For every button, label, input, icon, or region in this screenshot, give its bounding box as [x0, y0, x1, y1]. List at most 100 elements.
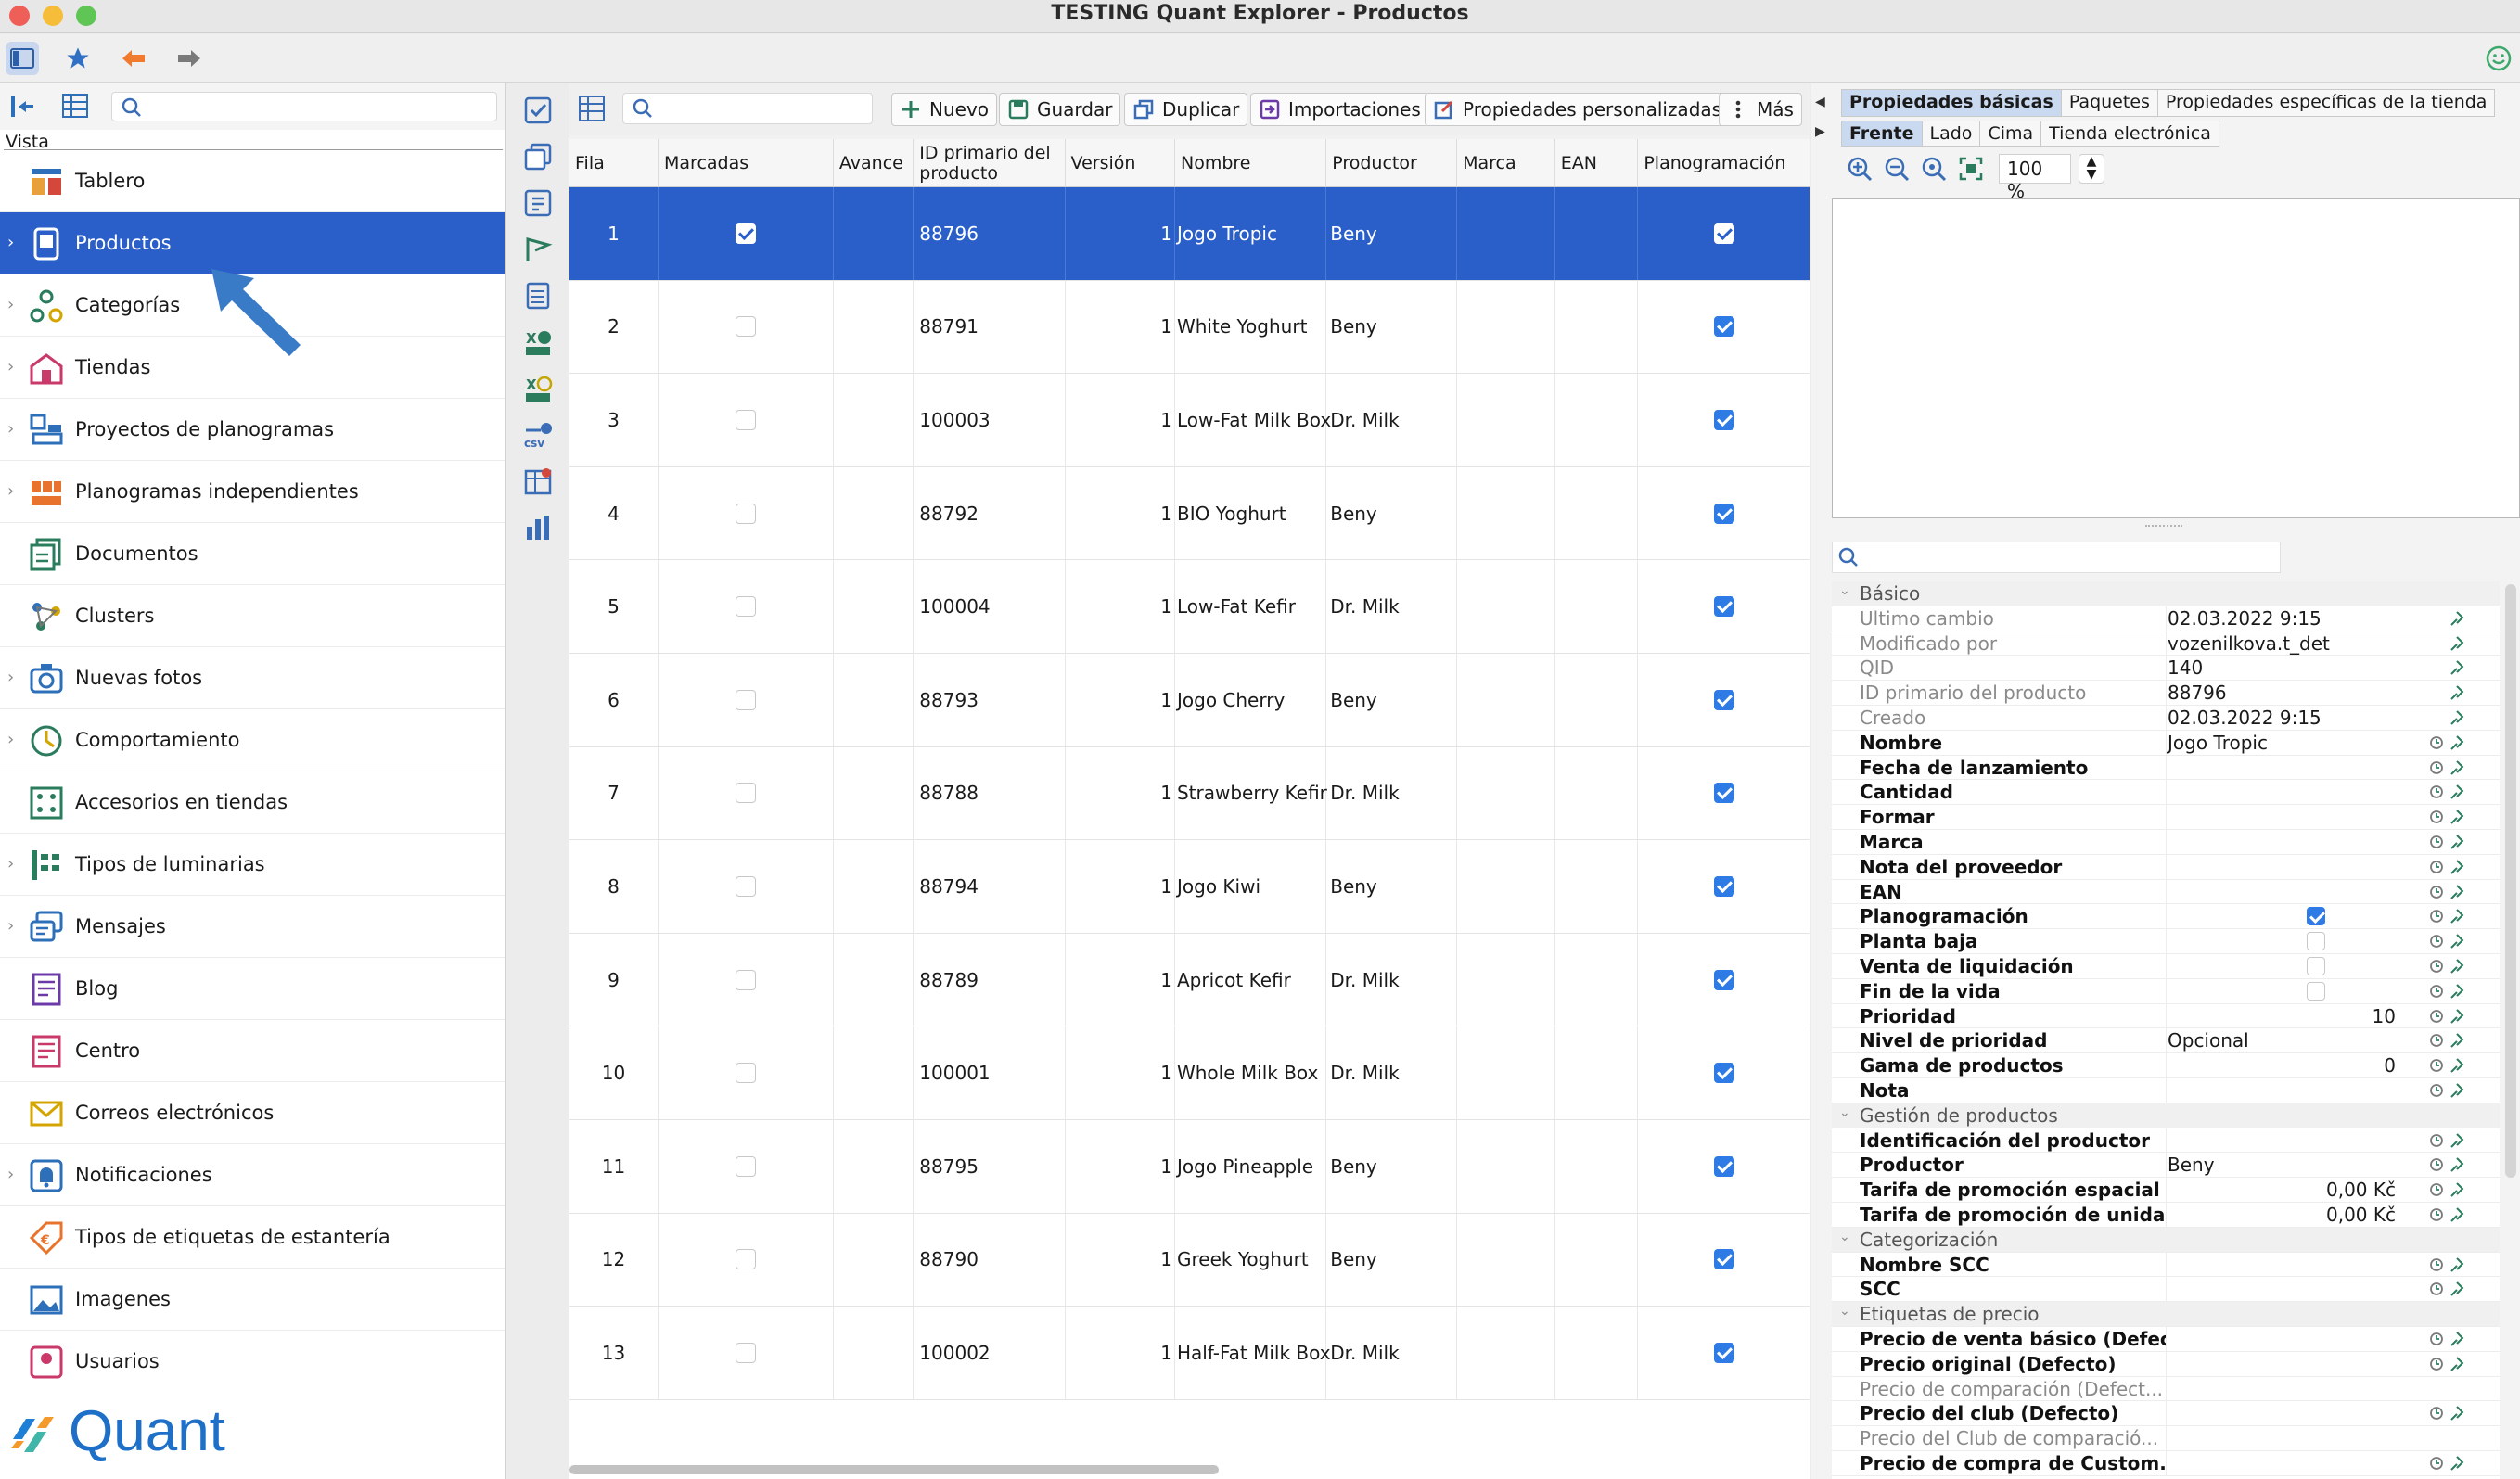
mark-checkbox[interactable]: [735, 875, 756, 897]
column-header[interactable]: Nombre: [1175, 139, 1327, 187]
zoom-stepper[interactable]: ▲ ▼: [2079, 154, 2104, 184]
mark-checkbox[interactable]: [735, 689, 756, 710]
sidebar-item-centro[interactable]: Centro: [0, 1020, 505, 1082]
property-row[interactable]: Nombre Jogo Tropic: [1832, 730, 2500, 756]
property-row[interactable]: Formar: [1832, 805, 2500, 830]
planogram-checkbox[interactable]: [1713, 689, 1734, 710]
property-row[interactable]: Nota: [1832, 1077, 2500, 1103]
property-checkbox[interactable]: [2307, 907, 2325, 926]
property-value[interactable]: 0: [2168, 1054, 2396, 1077]
property-value[interactable]: vozenilkova.t_det: [2168, 632, 2399, 655]
list-icon[interactable]: [522, 280, 554, 312]
inherit-icon[interactable]: [2450, 709, 2464, 726]
property-row[interactable]: Identificación del productor: [1832, 1128, 2500, 1154]
table-row[interactable]: 8 88794 1 Jogo Kiwi Beny: [569, 840, 1810, 934]
sidebar-item-comportamiento[interactable]: › Comportamiento: [0, 709, 505, 771]
chevron-right-icon[interactable]: ›: [7, 854, 14, 873]
property-row[interactable]: Precio de venta básico (Defect...: [1832, 1326, 2500, 1352]
property-row[interactable]: Nivel de prioridad Opcional: [1832, 1028, 2500, 1054]
property-row[interactable]: Marca: [1832, 829, 2500, 855]
property-row[interactable]: Tarifa de promoción de unida... 0,00 Kč: [1832, 1202, 2500, 1228]
property-row[interactable]: Fin de la vida: [1832, 978, 2500, 1004]
table-row[interactable]: 10 100001 1 Whole Milk Box Dr. Milk: [569, 1026, 1810, 1120]
reset-icon[interactable]: [2429, 1133, 2444, 1148]
favorites-button[interactable]: [61, 42, 95, 75]
property-group[interactable]: ⌄ Gestión de productos: [1832, 1103, 2500, 1128]
column-chooser-icon[interactable]: [578, 95, 606, 122]
property-row[interactable]: Productor Beny: [1832, 1153, 2500, 1179]
column-header[interactable]: Planogramación: [1638, 139, 1810, 187]
csv-export-icon[interactable]: csv: [522, 419, 554, 451]
save-button[interactable]: Guardar: [999, 93, 1121, 126]
inherit-icon[interactable]: [2450, 1356, 2464, 1372]
sidebar-item-clusters[interactable]: Clusters: [0, 585, 505, 647]
property-value[interactable]: 88796: [2168, 682, 2399, 704]
column-header[interactable]: EAN: [1555, 139, 1639, 187]
inherit-icon[interactable]: [2450, 1181, 2464, 1198]
sidebar-item-documentos[interactable]: Documentos: [0, 523, 505, 585]
planogram-checkbox[interactable]: [1713, 1342, 1734, 1363]
reset-icon[interactable]: [2429, 1406, 2444, 1421]
reset-icon[interactable]: [2429, 1009, 2444, 1024]
zoom-fit-button[interactable]: [1952, 152, 1989, 185]
chevron-right-icon[interactable]: ›: [7, 419, 14, 439]
sidebar-toggle-button[interactable]: [6, 42, 39, 75]
property-checkbox[interactable]: [2307, 956, 2325, 975]
reset-icon[interactable]: [2429, 1157, 2444, 1172]
sidebar-item-tipos-de-luminarias[interactable]: › Tipos de luminarias: [0, 834, 505, 896]
inherit-icon[interactable]: [2450, 610, 2464, 627]
inherit-icon[interactable]: [2450, 734, 2464, 751]
reset-icon[interactable]: [2429, 934, 2444, 949]
property-row[interactable]: Nota del proveedor: [1832, 854, 2500, 880]
property-row[interactable]: Nombre SCC: [1832, 1252, 2500, 1278]
table-settings-icon[interactable]: [522, 465, 554, 497]
property-value[interactable]: Jogo Tropic: [2168, 732, 2399, 754]
back-button[interactable]: [117, 42, 150, 75]
inherit-icon[interactable]: [2450, 983, 2464, 1000]
table-view-icon[interactable]: [61, 93, 89, 119]
reset-icon[interactable]: [2429, 810, 2444, 824]
column-header[interactable]: ID primario del producto: [914, 139, 1066, 187]
properties-scrollbar[interactable]: [2505, 584, 2516, 1178]
reset-icon[interactable]: [2429, 835, 2444, 849]
inherit-icon[interactable]: [2450, 1008, 2464, 1025]
chevron-right-icon[interactable]: ›: [7, 295, 14, 314]
property-row[interactable]: Tarifa de promoción espacial (... 0,00 Kč: [1832, 1178, 2500, 1203]
tab-paquetes[interactable]: Paquetes: [2060, 89, 2157, 117]
sidebar-item-notificaciones[interactable]: › Notificaciones: [0, 1144, 505, 1206]
property-group[interactable]: ⌄ Etiquetas de precio: [1832, 1302, 2500, 1327]
table-row[interactable]: 7 88788 1 Strawberry Kefir Dr. Milk: [569, 746, 1810, 841]
collapse-tree-icon[interactable]: [9, 95, 35, 119]
zoom-level-field[interactable]: 100 %: [1999, 154, 2071, 202]
table-row[interactable]: 9 88789 1 Apricot Kefir Dr. Milk: [569, 933, 1810, 1027]
table-row[interactable]: 12 88790 1 Greek Yoghurt Beny: [569, 1213, 1810, 1307]
property-row[interactable]: Ultimo cambio 02.03.2022 9:15: [1832, 606, 2500, 631]
planogram-checkbox[interactable]: [1713, 316, 1734, 338]
inherit-icon[interactable]: [2450, 659, 2464, 676]
reset-icon[interactable]: [2429, 909, 2444, 924]
mark-checkbox[interactable]: [735, 503, 756, 524]
planogram-checkbox[interactable]: [1713, 1249, 1734, 1270]
chart-icon[interactable]: [522, 512, 554, 543]
chevron-down-icon[interactable]: ⌄: [1839, 1105, 1850, 1120]
reset-icon[interactable]: [2429, 784, 2444, 799]
property-value[interactable]: Beny: [2168, 1154, 2399, 1176]
sidebar-item-mensajes[interactable]: › Mensajes: [0, 896, 505, 958]
inherit-icon[interactable]: [2450, 884, 2464, 900]
table-row[interactable]: 3 100003 1 Low-Fat Milk Box Dr. Milk: [569, 374, 1810, 467]
reset-icon[interactable]: [2429, 959, 2444, 974]
chevron-down-icon[interactable]: ⌄: [1839, 1230, 1850, 1244]
zoom-reset-button[interactable]: [1915, 152, 1952, 185]
property-checkbox[interactable]: [2307, 932, 2325, 951]
property-row[interactable]: QID 140: [1832, 656, 2500, 682]
horizontal-scrollbar[interactable]: [569, 1465, 1219, 1474]
expand-right-arrow-icon[interactable]: ▶: [1815, 124, 1825, 139]
mark-checkbox[interactable]: [735, 1342, 756, 1363]
column-header[interactable]: Productor: [1326, 139, 1458, 187]
planogram-checkbox[interactable]: [1713, 503, 1734, 524]
reset-icon[interactable]: [2429, 885, 2444, 899]
inherit-icon[interactable]: [2450, 859, 2464, 875]
sidebar-item-usuarios[interactable]: Usuarios: [0, 1331, 505, 1393]
inherit-icon[interactable]: [2450, 1156, 2464, 1173]
imports-button[interactable]: Importaciones: [1250, 93, 1429, 126]
